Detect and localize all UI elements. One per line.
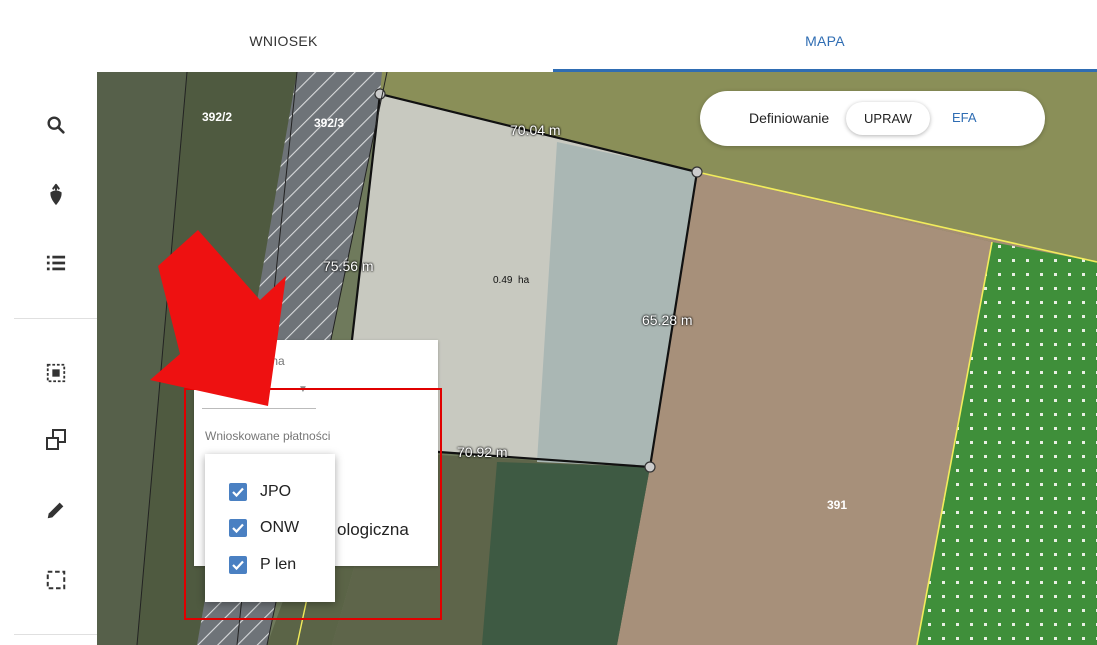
parcel-label: 391 [827,498,848,512]
tab-mapa[interactable]: MAPA [553,10,1097,72]
highlight-box [184,388,442,620]
map-toolbar [14,72,97,645]
select-area-button[interactable] [14,348,97,398]
mode-toggle: Definiowanie UPRAW EFA [700,91,1045,146]
mode-label: Definiowanie [749,110,830,126]
tab-wniosek[interactable]: WNIOSEK [14,10,553,72]
search-button[interactable] [14,100,97,150]
toolbar-divider [14,318,97,319]
parcel-label: 392/3 [314,116,345,130]
tab-bar: WNIOSEK MAPA [14,10,1097,72]
edge-measurement: 65.28 m [642,312,693,328]
search-icon [46,116,65,134]
crop-button[interactable] [14,170,97,220]
upraw-toggle-button[interactable]: UPRAW [846,102,930,135]
list-button[interactable] [14,238,97,288]
dashed-rectangle-icon [46,570,65,590]
edge-measurement: 70.04 m [510,122,561,138]
vertex-handle[interactable] [644,461,656,473]
annotation-arrow-icon [150,230,286,406]
edge-measurement: 75.56 m [323,258,374,274]
beet-icon [49,183,62,206]
copy-icon [45,429,66,450]
select-all-icon [46,363,65,383]
toolbar-divider [14,634,97,635]
efa-toggle-button[interactable]: EFA [952,110,977,125]
draw-rectangle-button[interactable] [14,555,97,605]
parcel-label: 392/2 [202,110,233,124]
list-icon [46,255,65,271]
pencil-icon [47,502,63,519]
vertex-handle[interactable] [691,166,703,178]
edit-button[interactable] [14,485,97,535]
copy-shape-button[interactable] [14,415,97,465]
edge-measurement: 70.92 m [457,444,508,460]
area-label: 0.49 ha [493,275,530,286]
